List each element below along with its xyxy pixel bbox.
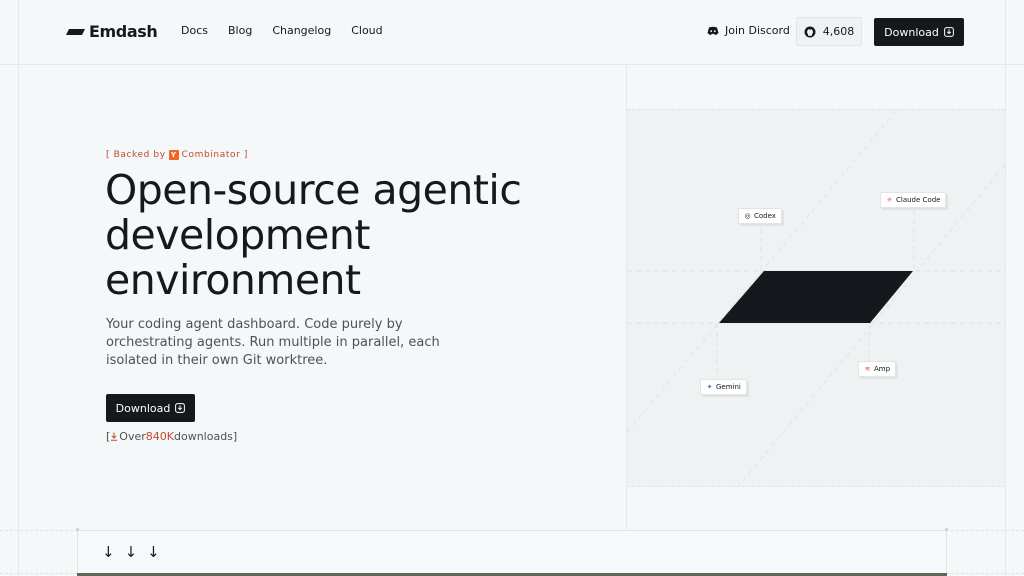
logo-link[interactable]: Emdash (66, 22, 158, 41)
header-divider (0, 64, 1024, 65)
nav-changelog[interactable]: Changelog (272, 24, 331, 37)
nav-cloud[interactable]: Cloud (351, 24, 382, 37)
badge-prefix: [ Backed by (106, 150, 166, 160)
corner-dot (76, 528, 79, 531)
hero-download-button[interactable]: Download (106, 394, 195, 422)
codex-icon: ◎ (744, 211, 751, 220)
hero-download-label: Download (115, 401, 171, 415)
agent-claude-code-label: Claude Code (896, 196, 941, 204)
scroll-arrows: ↓ ↓ ↓ (102, 545, 160, 560)
arrow-down-icon: ↓ (147, 543, 160, 561)
download-icon (175, 403, 186, 413)
header-download-button[interactable]: Download (874, 18, 964, 46)
logo-text: Emdash (89, 22, 158, 41)
arrow-down-icon: ↓ (102, 543, 115, 561)
agent-chip-claude-code: ✳ Claude Code (880, 192, 947, 208)
badge-suffix: Combinator ] (181, 150, 248, 160)
frame-line-left (18, 0, 19, 576)
join-discord-link[interactable]: Join Discord (707, 24, 790, 37)
agent-chip-codex: ◎ Codex (738, 208, 782, 224)
backed-by-badge: [ Backed by Y Combinator ] (106, 150, 248, 160)
y-combinator-logo-icon: Y (168, 150, 179, 160)
agent-chip-gemini: ✦ Gemini (700, 379, 747, 395)
main-nav: Docs Blog Changelog Cloud (181, 24, 383, 37)
demo-preview-frame: ↓ ↓ ↓ (77, 530, 947, 576)
download-count-note: [ Over 840K downloads] (106, 430, 237, 443)
page: Emdash Docs Blog Changelog Cloud Join Di… (0, 0, 1024, 576)
github-star-count: 4,608 (822, 25, 855, 38)
amp-icon: ≋ (864, 364, 871, 373)
agent-amp-label: Amp (874, 365, 891, 373)
agents-illustration: ◎ Codex ✳ Claude Code ✦ Gemini ≋ Amp (627, 109, 1005, 487)
site-header: Emdash Docs Blog Changelog Cloud Join Di… (0, 0, 1024, 64)
workspace-plane (719, 271, 913, 323)
nav-blog[interactable]: Blog (228, 24, 252, 37)
claude-icon: ✳ (886, 195, 893, 204)
hero-subtitle: Your coding agent dashboard. Code purely… (106, 317, 440, 368)
arrow-down-icon: ↓ (124, 543, 138, 561)
note-suffix: downloads] (173, 430, 238, 443)
github-icon (804, 26, 816, 37)
discord-icon (707, 26, 719, 35)
hero-title: Open-source agentic development environm… (105, 166, 522, 304)
illustration-graphic (627, 110, 1005, 486)
agent-codex-label: Codex (754, 212, 776, 220)
note-over: Over (119, 430, 146, 443)
header-download-label: Download (884, 25, 939, 39)
download-icon (943, 27, 954, 37)
corner-dot (945, 528, 948, 531)
agent-gemini-label: Gemini (716, 383, 741, 391)
github-stars-button[interactable]: 4,608 (796, 17, 862, 46)
gemini-icon: ✦ (706, 382, 713, 391)
agent-chip-amp: ≋ Amp (858, 361, 897, 377)
frame-line-right (1005, 0, 1006, 576)
discord-label: Join Discord (725, 24, 790, 37)
nav-docs[interactable]: Docs (181, 24, 208, 37)
logo-dash-icon (66, 28, 85, 35)
download-count: 840K (145, 430, 174, 443)
arrow-down-icon (111, 432, 118, 441)
